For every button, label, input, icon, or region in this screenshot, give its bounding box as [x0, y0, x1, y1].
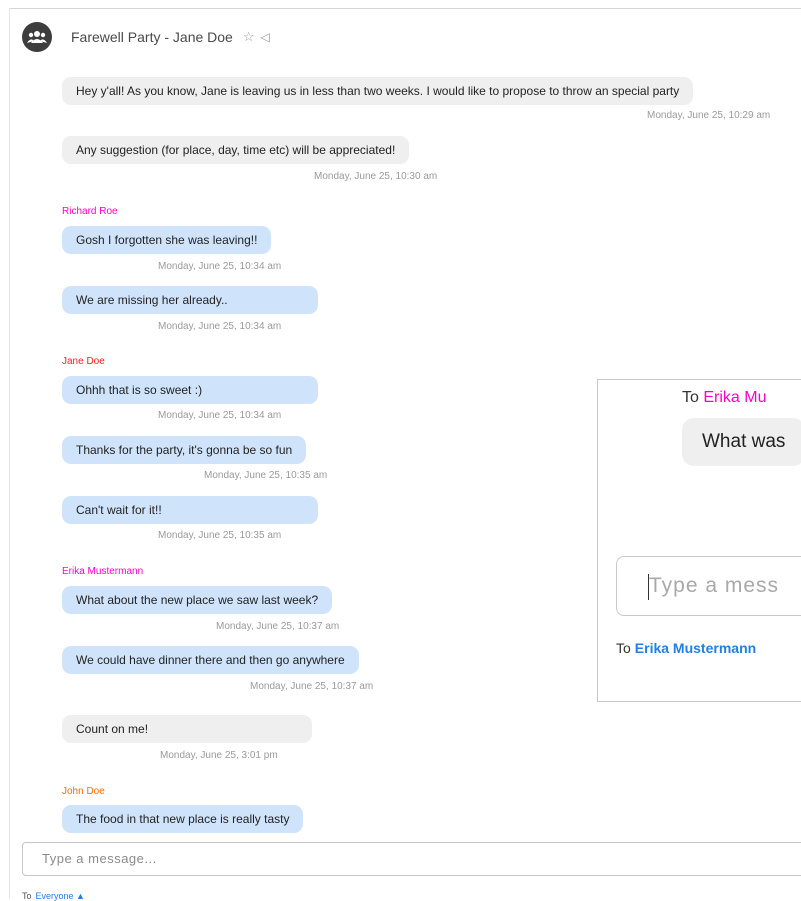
- message-bubble: Can't wait for it!!: [62, 496, 318, 524]
- window-top-border: [9, 8, 801, 9]
- message-bubble: We could have dinner there and then go a…: [62, 646, 359, 674]
- popup-recipient-header: To Erika Mu: [682, 389, 766, 407]
- message-timestamp: Monday, June 25, 10:34 am: [158, 410, 282, 421]
- popup-message-input[interactable]: Type a mess: [616, 556, 801, 616]
- popup-footer-to-label: To: [616, 640, 631, 656]
- message-bubble: Count on me!: [62, 715, 312, 743]
- message-timestamp: Monday, June 25, 10:34 am: [158, 261, 282, 272]
- message-bubble: Any suggestion (for place, day, time etc…: [62, 136, 410, 164]
- recipient-dropdown[interactable]: Everyone ▲: [36, 891, 85, 901]
- recipient-line: To Everyone ▲: [22, 891, 85, 901]
- message-bubble: What about the new place we saw last wee…: [62, 586, 333, 614]
- message-bubble: Hey y'all! As you know, Jane is leaving …: [62, 77, 694, 105]
- sender-name: Erika Mustermann: [62, 566, 144, 577]
- sender-name: Jane Doe: [62, 356, 105, 367]
- mute-icon[interactable]: ◁: [261, 30, 270, 44]
- message-bubble: We are missing her already..: [62, 286, 318, 314]
- message-timestamp: Monday, June 25, 10:37 am: [250, 681, 374, 692]
- popup-recipient-footer: To Erika Mustermann: [616, 640, 756, 656]
- to-label: To: [22, 891, 32, 901]
- message-timestamp: Monday, June 25, 10:30 am: [314, 171, 438, 182]
- conversation-title: Farewell Party - Jane Doe: [71, 29, 233, 45]
- group-avatar-icon[interactable]: [22, 22, 52, 52]
- message-bubble: Gosh I forgotten she was leaving!!: [62, 226, 272, 254]
- chat-header: Farewell Party - Jane Doe ☆ ◁: [22, 21, 270, 53]
- private-message-popup: To Erika Mu What was Type a mess To Erika…: [597, 379, 801, 702]
- message-timestamp: Monday, June 25, 3:01 pm: [160, 750, 278, 761]
- window-left-border: [9, 8, 10, 899]
- sender-name: John Doe: [62, 786, 105, 797]
- message-timestamp: Monday, June 25, 10:35 am: [158, 530, 282, 541]
- popup-to-prefix: To: [682, 389, 704, 406]
- sender-name: Richard Roe: [62, 206, 118, 217]
- message-timestamp: Monday, June 25, 10:29 am: [647, 110, 771, 121]
- message-bubble: Thanks for the party, it's gonna be so f…: [62, 436, 307, 464]
- popup-recipient-name[interactable]: Erika Mu: [703, 389, 766, 406]
- message-timestamp: Monday, June 25, 10:37 am: [216, 621, 340, 632]
- star-icon[interactable]: ☆: [243, 29, 255, 45]
- popup-recipient-selector[interactable]: Erika Mustermann: [635, 640, 756, 656]
- message-bubble: Ohhh that is so sweet :): [62, 376, 318, 404]
- popup-message-bubble: What was: [682, 418, 801, 466]
- text-caret: [648, 574, 649, 600]
- message-timestamp: Monday, June 25, 10:34 am: [158, 321, 282, 332]
- message-bubble: The food in that new place is really tas…: [62, 805, 304, 833]
- message-input-placeholder: Type a message...: [42, 851, 157, 866]
- message-input[interactable]: Type a message...: [22, 842, 801, 876]
- message-timestamp: Monday, June 25, 10:35 am: [204, 470, 328, 481]
